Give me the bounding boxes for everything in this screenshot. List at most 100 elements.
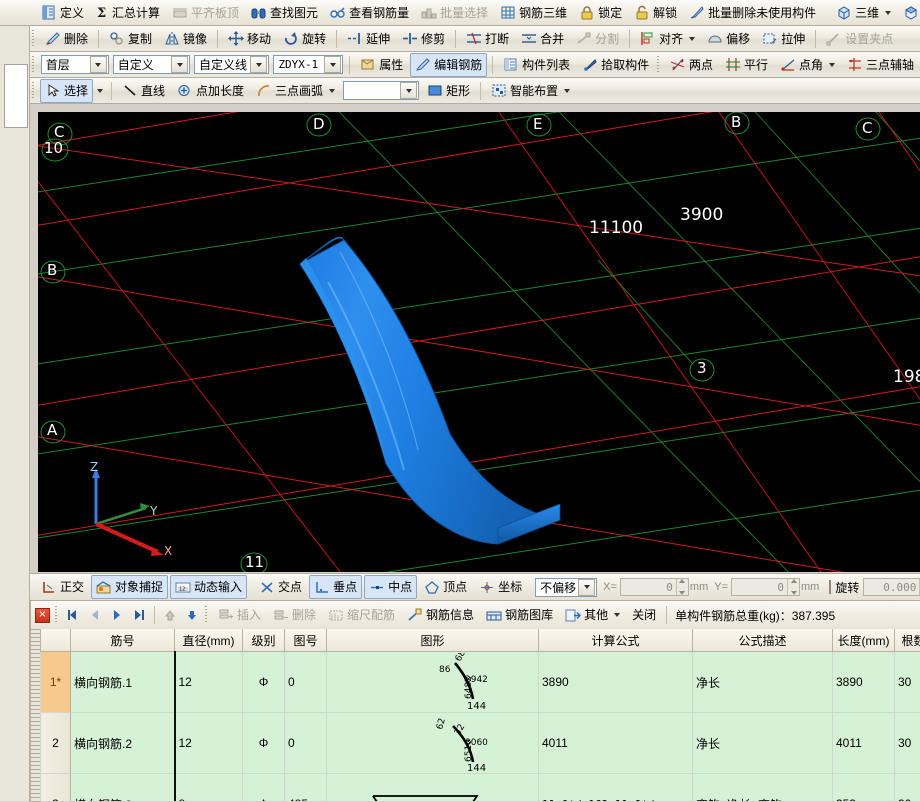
col-header-grade[interactable]: 级别 [243,629,285,652]
toolbar-item-lock[interactable]: 锁定 [574,1,627,25]
status-snap-midpoint[interactable]: 中点 [364,575,417,599]
chevron-down-icon[interactable] [564,89,570,93]
toolbar-grip[interactable] [32,30,36,48]
col-header-diameter[interactable]: 直径(mm) [175,629,243,652]
toolbar-item-smart-layout[interactable]: 智能布置 [486,79,575,103]
prev-record-button[interactable] [85,605,105,625]
rotate-input[interactable]: 0.000 [863,578,920,596]
toolbar-item-two-point-axis[interactable]: 两点 [665,53,718,77]
col-header-row[interactable] [41,629,71,652]
toolbar-item-pick-component[interactable]: 拾取构件 [577,53,654,77]
x-coordinate-input[interactable]: 0 [620,578,689,596]
chevron-down-icon[interactable] [171,56,188,73]
toolbar-item-parallel-axis[interactable]: 平行 [720,53,773,77]
cell-count[interactable]: 30 [895,713,920,774]
toolbar-item-mirror[interactable]: 镜像 [159,27,212,51]
grid-toolbar-grip[interactable] [205,606,209,624]
grid-item-delete[interactable]: 删除 [268,603,321,627]
status-snap-perpendicular[interactable]: 垂点 [309,575,362,599]
cell-formula[interactable]: 4011 [539,713,693,774]
toolbar-item-rotate[interactable]: 旋转 [278,27,331,51]
cell-formula-desc[interactable]: 弯钩+净长+弯钩 [693,774,833,802]
status-snap-vertex[interactable]: 顶点 [419,575,472,599]
cell-formula[interactable]: 3890 [539,652,693,713]
chevron-down-icon[interactable] [829,63,835,67]
toolbar-item-batch-delete-unused[interactable]: 批量删除未使用构件 [684,1,821,25]
rebar-table-scroll[interactable]: 筋号 直径(mm) 级别 图号 图形 计算公式 公式描述 长度(mm) 根数 [40,629,920,801]
toolbar-item-component-list[interactable]: 构件列表 [498,53,575,77]
first-record-button[interactable] [63,605,83,625]
toolbar-item-move[interactable]: 移动 [223,27,276,51]
floor-select[interactable]: 首层 [41,55,109,74]
col-header-shape[interactable]: 图形 [327,629,539,652]
cell-shape[interactable]: 163 [327,774,539,802]
toolbar-item-unlock[interactable]: 解锁 [629,1,682,25]
chevron-down-icon[interactable] [329,89,335,93]
toolbar-item-edit-rebar[interactable]: 编辑钢筋 [410,53,487,77]
cell-name[interactable]: 横向钢筋.1 [71,652,175,713]
status-snap-intersection[interactable]: 交点 [254,575,307,599]
toolbar-item-select-tool[interactable]: 选择 [40,79,93,103]
toolbar-item-copy[interactable]: 复制 [104,27,157,51]
grid-item-rebar-info[interactable]: 钢筋信息 [402,603,479,627]
chevron-down-icon[interactable] [90,56,107,73]
chevron-down-icon[interactable] [97,89,103,93]
cell-count[interactable]: 30 [895,652,920,713]
grid-item-other[interactable]: 其他 [560,603,625,627]
component-type-select[interactable]: 自定义 [113,55,190,74]
3d-viewport[interactable]: C 10 D E B C B A 3 11 11100 3900 1980 Z … [38,112,920,572]
toolbar-item-break[interactable]: 打断 [461,27,514,51]
toolbar-item-rebar-3d[interactable]: 钢筋三维 [495,1,572,25]
grid-toolbar-grip[interactable] [55,606,59,624]
toolbar-item-trim[interactable]: 修剪 [397,27,450,51]
status-toggle-ortho[interactable]: 正交 [36,575,89,599]
cell-length[interactable]: 4011 [833,713,895,774]
toolbar-item-top-view[interactable]: 俯视 [898,1,920,25]
toolbar-item-point-angle-axis[interactable]: 点角 [775,53,840,77]
chevron-down-icon[interactable] [614,613,620,617]
toolbar-item-align[interactable]: 对齐 [635,27,700,51]
last-record-button[interactable] [129,605,149,625]
cell-diameter[interactable]: 12 [175,652,243,713]
toolbar-item-extend[interactable]: 延伸 [342,27,395,51]
status-toggle-object-snap[interactable]: 对象捕捉 [91,575,168,599]
cell-formula-desc[interactable]: 净长 [693,713,833,774]
table-row[interactable]: 3 横向钢筋.3 8 Φ 485 163 [41,774,920,802]
chevron-down-icon[interactable] [885,11,891,15]
cell-diameter[interactable]: 8 [175,774,243,802]
spinner-arrows[interactable] [676,579,688,595]
status-toggle-dynamic-input[interactable]: 12 动态输入 [170,575,247,599]
toolbar-grip[interactable] [32,82,36,100]
chevron-down-icon[interactable] [578,579,595,596]
move-down-button[interactable] [182,605,202,625]
toolbar-item-offset[interactable]: 偏移 [702,27,755,51]
grid-item-close[interactable]: 关闭 [627,603,661,627]
toolbar-item-properties[interactable]: 属性 [355,53,408,77]
cell-formula-desc[interactable]: 净长 [693,652,833,713]
cell-count[interactable]: 30 [895,774,920,802]
component-name-select[interactable]: ZDYX-1 [273,55,343,74]
cell-grade[interactable]: Φ [243,713,285,774]
toolbar-item-three-point-arc[interactable]: 三点画弧 [251,79,340,103]
cell-name[interactable]: 横向钢筋.2 [71,713,175,774]
toolbar-item-delete[interactable]: 删除 [40,27,93,51]
row-number[interactable]: 2 [41,713,71,774]
col-header-name[interactable]: 筋号 [71,629,175,652]
cell-diameter[interactable]: 12 [175,713,243,774]
toolbar-item-find-element[interactable]: 查找图元 [246,1,323,25]
toolbar-grip[interactable] [32,56,36,74]
chevron-down-icon[interactable] [400,82,417,99]
toolbar-item-point-plus-length[interactable]: 点加长度 [172,79,249,103]
col-header-length[interactable]: 长度(mm) [833,629,895,652]
close-icon[interactable]: × [35,608,50,623]
cell-length[interactable]: 3890 [833,652,895,713]
cell-dwg-no[interactable]: 485 [285,774,327,802]
status-snap-coordinate[interactable]: 坐标 [474,575,527,599]
toolbar-item-three-point-axis[interactable]: 三点辅轴 [842,53,919,77]
next-record-button[interactable] [107,605,127,625]
toolbar-item-stretch[interactable]: 拉伸 [757,27,810,51]
y-coordinate-input[interactable]: 0 [731,578,800,596]
toolbar-grip[interactable] [657,56,661,74]
grid-item-insert[interactable]: 插入 [213,603,266,627]
col-header-formula-desc[interactable]: 公式描述 [693,629,833,652]
